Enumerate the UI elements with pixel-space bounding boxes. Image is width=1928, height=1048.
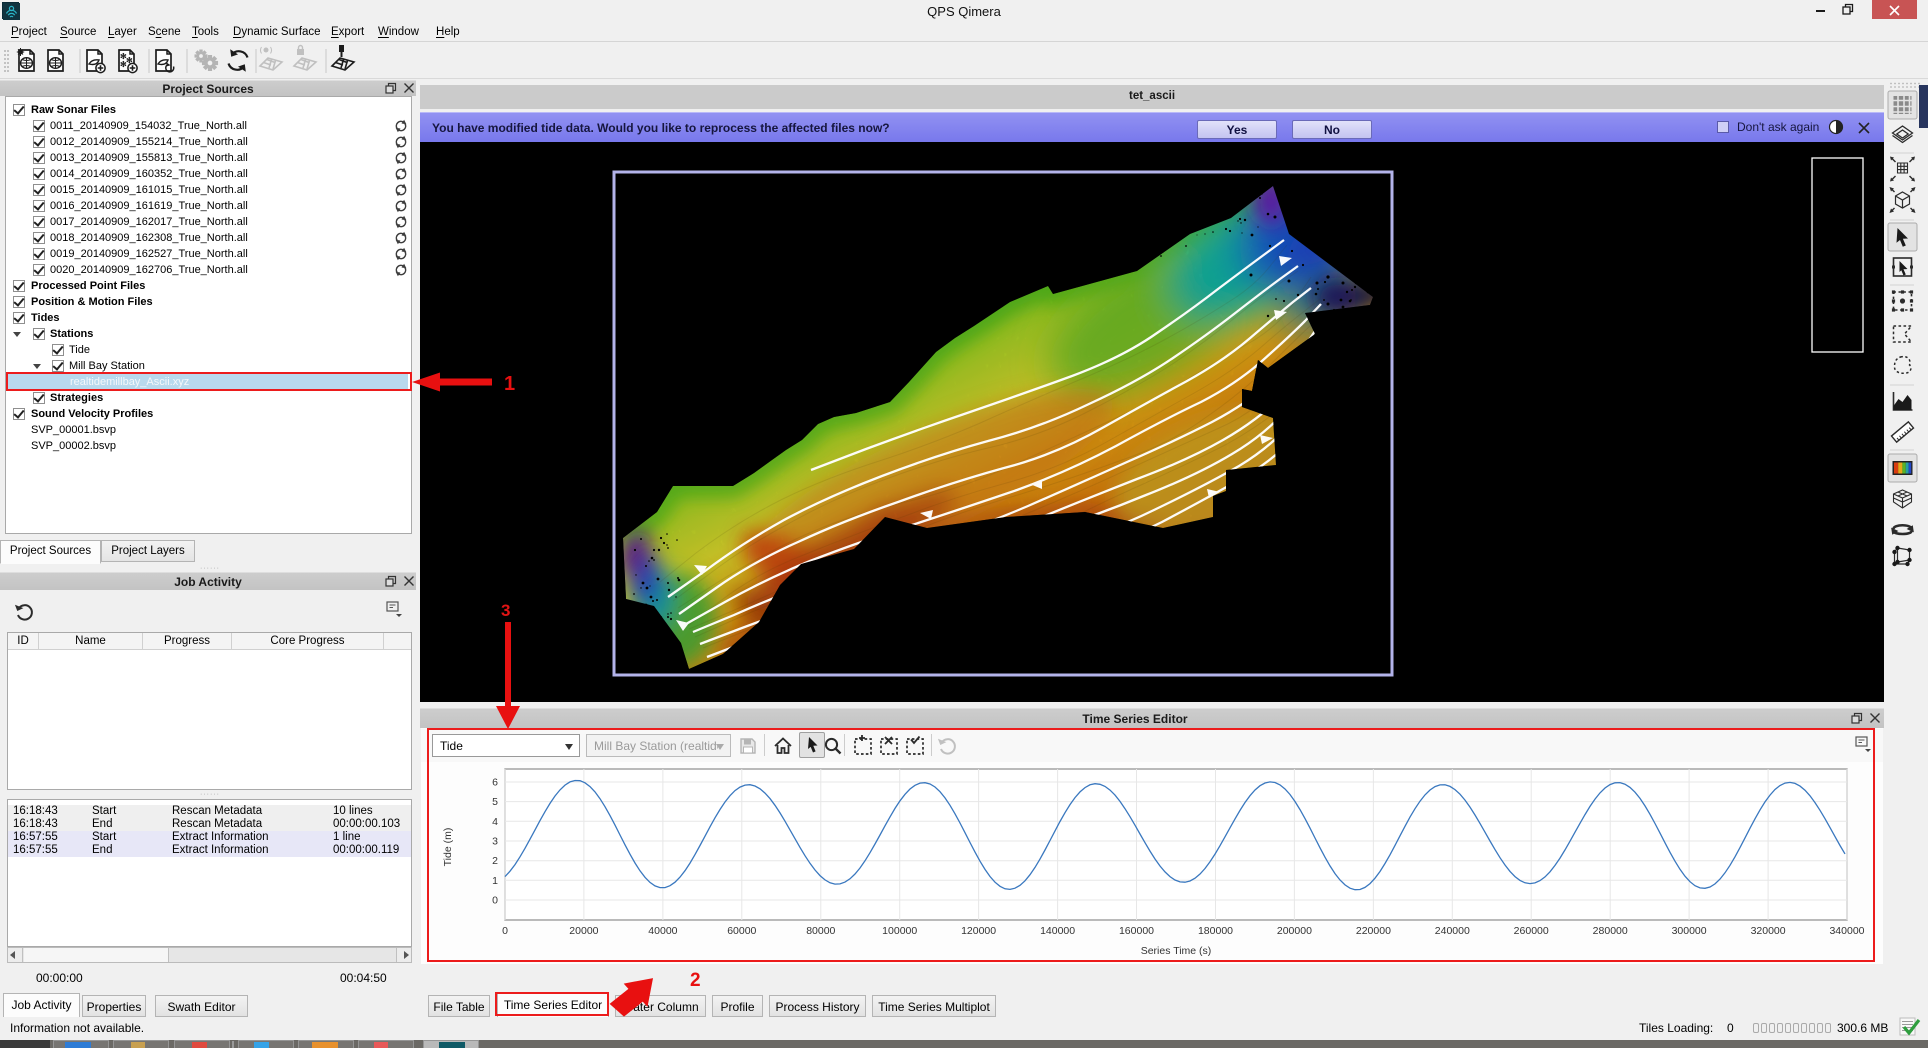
svg-text:1: 1 (504, 373, 515, 394)
svg-text:✻: ✻ (120, 60, 127, 69)
svg-text:2: 2 (690, 970, 701, 991)
